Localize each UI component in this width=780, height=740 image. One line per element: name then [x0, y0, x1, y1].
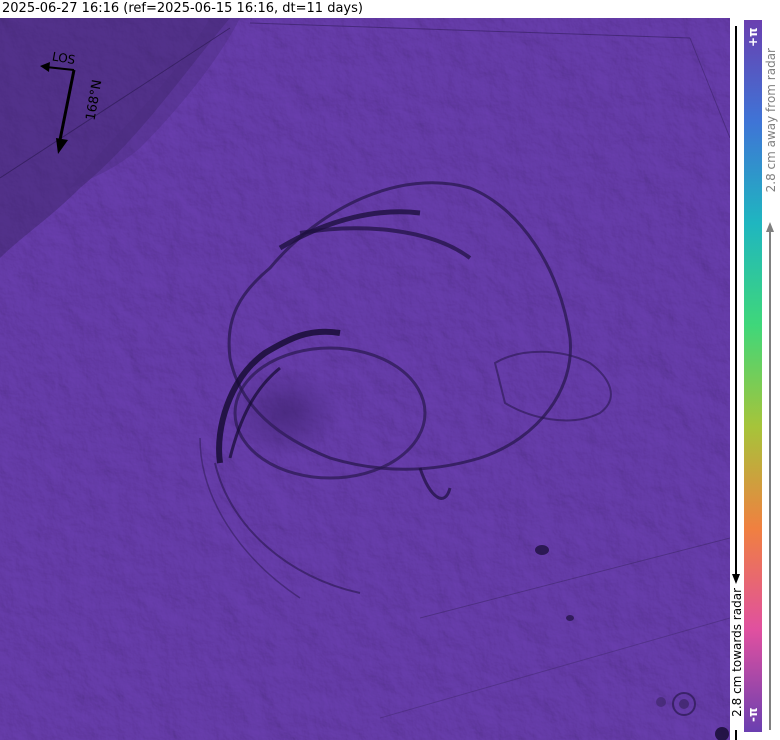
colorbar-arrows — [732, 26, 774, 740]
colorbar-panel: +π -π 2.8 cm away from radar 2.8 cm towa… — [730, 18, 780, 740]
image-title: 2025-06-27 16:16 (ref=2025-06-15 16:16, … — [2, 1, 363, 16]
interferogram-map: LOS 168°N — [0, 18, 730, 740]
